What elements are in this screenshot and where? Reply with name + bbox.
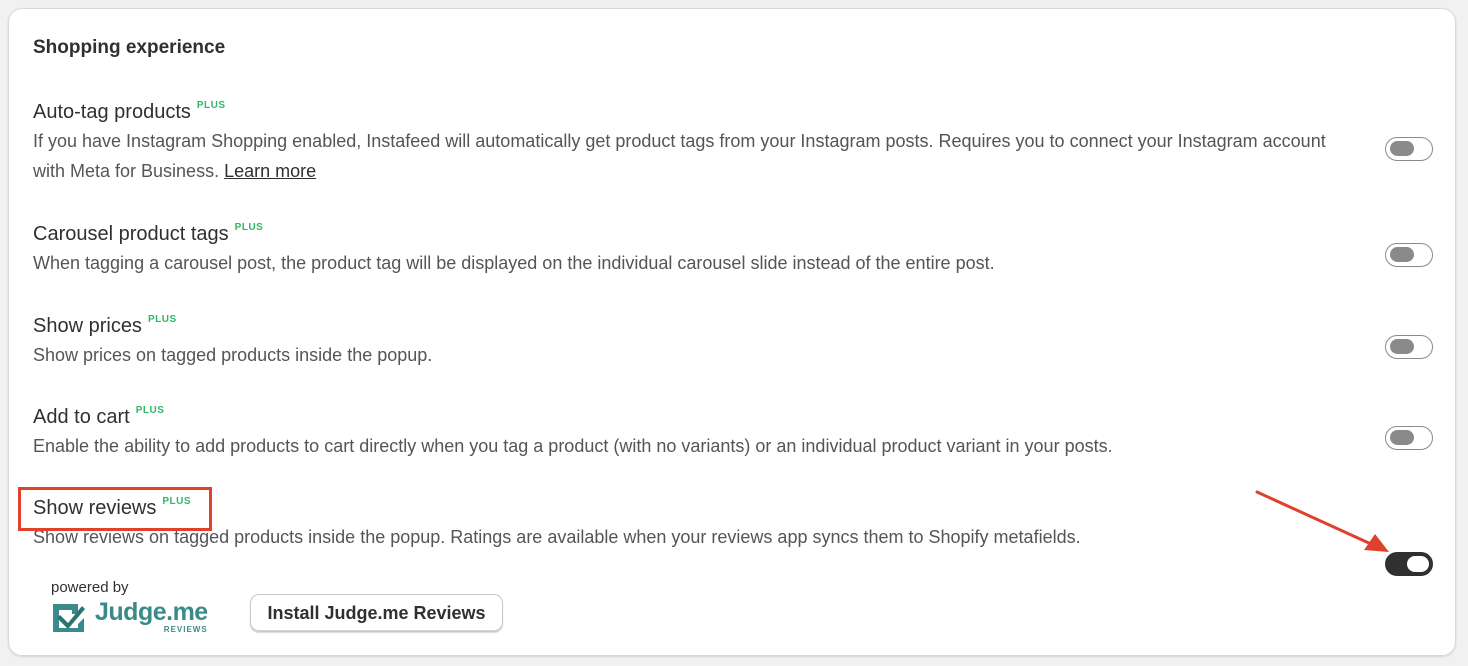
plus-badge: PLUS [135,405,165,416]
toggle-knob [1390,141,1414,156]
add-to-cart-toggle[interactable] [1385,426,1433,450]
brand-sub: REVIEWS [163,625,208,634]
install-judgeme-button[interactable]: Install Judge.me Reviews [250,594,503,632]
setting-carousel-tags: Carousel product tags PLUS When tagging a… [33,222,1353,278]
setting-title: Add to cart [33,406,130,428]
setting-description: Enable the ability to add products to ca… [33,436,1113,456]
auto-tag-toggle[interactable] [1385,137,1433,161]
setting-show-prices: Show prices PLUS Show prices on tagged pr… [33,314,1353,370]
section-title: Shopping experience [33,37,226,58]
setting-description: Show prices on tagged products inside th… [33,345,433,365]
brand-name: Judge.me [95,598,208,626]
powered-by: powered by Judge.me REVIEWS [51,579,208,634]
powered-by-label: powered by [51,579,129,596]
plus-badge: PLUS [196,100,226,111]
learn-more-link[interactable]: Learn more [224,161,316,181]
setting-add-to-cart: Add to cart PLUS Enable the ability to ad… [33,405,1353,461]
judgeme-checkmark-icon [53,604,85,632]
setting-title: Auto-tag products [33,101,191,123]
plus-badge: PLUS [147,314,177,325]
plus-badge: PLUS [234,222,264,233]
carousel-tags-toggle[interactable] [1385,243,1433,267]
red-arrow-icon [1255,490,1389,552]
setting-description: When tagging a carousel post, the produc… [33,253,995,273]
toggle-knob [1390,247,1414,262]
toggle-knob [1390,339,1414,354]
setting-description: Show reviews on tagged products inside t… [33,527,1081,547]
shopping-experience-card: Shopping experience Auto-tag products PLU… [8,8,1456,656]
setting-auto-tag: Auto-tag products PLUS If you have Instag… [33,100,1353,186]
highlight-box [18,487,212,531]
setting-show-reviews: Show reviews PLUS Show reviews on tagged … [33,496,1353,552]
setting-description: If you have Instagram Shopping enabled, … [33,131,1326,181]
setting-title: Carousel product tags [33,223,229,245]
show-prices-toggle[interactable] [1385,335,1433,359]
toggle-knob [1390,430,1414,445]
setting-title: Show prices [33,315,142,337]
judgeme-logo: Judge.me REVIEWS [51,600,208,634]
